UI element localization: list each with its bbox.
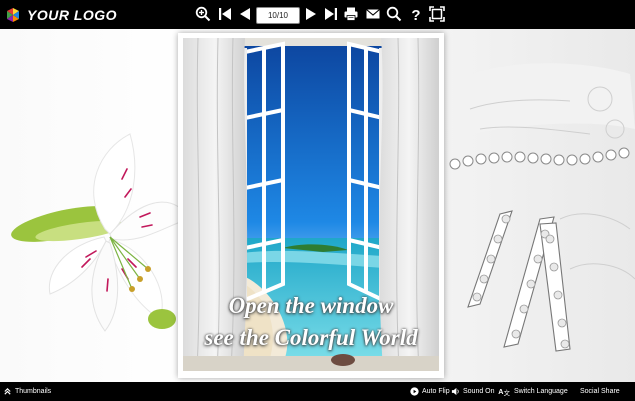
- logo-icon: [5, 7, 21, 23]
- chevron-up-icon: [4, 387, 11, 395]
- social-share-button[interactable]: Social Share: [580, 382, 620, 401]
- email-icon[interactable]: [364, 5, 382, 23]
- switch-language-button[interactable]: A文 Switch Language: [498, 382, 568, 401]
- first-page-icon[interactable]: [216, 5, 234, 23]
- thumbnails-label: Thumbnails: [15, 388, 52, 395]
- auto-flip-button[interactable]: Auto Flip: [410, 382, 450, 401]
- switch-language-label: Switch Language: [514, 388, 568, 395]
- page-number-input[interactable]: [256, 7, 300, 24]
- flipbook-page[interactable]: Open the window see the Colorful World: [178, 33, 444, 378]
- svg-text:A: A: [498, 387, 503, 396]
- book-stage: Open the window see the Colorful World: [0, 29, 635, 382]
- zoom-in-icon[interactable]: [194, 5, 212, 23]
- bottom-toolbar: Thumbnails Auto Flip Sound On A文 Switch …: [0, 382, 635, 401]
- fullscreen-icon[interactable]: [428, 5, 446, 23]
- sound-label: Sound On: [463, 388, 495, 395]
- logo: YOUR LOGO: [5, 4, 117, 25]
- jewelry-image: [449, 63, 635, 352]
- top-toolbar: YOUR LOGO ?: [0, 0, 635, 29]
- cover-caption-line1: Open the window: [228, 293, 394, 318]
- auto-flip-label: Auto Flip: [422, 388, 450, 395]
- thumbnails-button[interactable]: Thumbnails: [3, 382, 51, 401]
- language-icon: A文: [498, 387, 511, 396]
- speaker-icon: [451, 387, 459, 396]
- cover-caption-line2: see the Colorful World: [204, 325, 418, 350]
- next-page-icon[interactable]: [302, 5, 320, 23]
- search-icon[interactable]: [385, 5, 403, 23]
- previous-page-icon[interactable]: [236, 5, 254, 23]
- social-share-label: Social Share: [580, 388, 620, 395]
- last-page-icon[interactable]: [322, 5, 340, 23]
- logo-text: YOUR LOGO: [27, 6, 118, 23]
- sound-toggle[interactable]: Sound On: [451, 382, 495, 401]
- lily-flower-image: [11, 133, 189, 332]
- help-icon[interactable]: ?: [407, 5, 425, 23]
- page-cover-image: Open the window see the Colorful World: [183, 38, 439, 371]
- print-icon[interactable]: [342, 5, 360, 23]
- svg-text:文: 文: [504, 388, 511, 396]
- play-icon: [410, 387, 419, 396]
- svg-text:?: ?: [411, 7, 420, 22]
